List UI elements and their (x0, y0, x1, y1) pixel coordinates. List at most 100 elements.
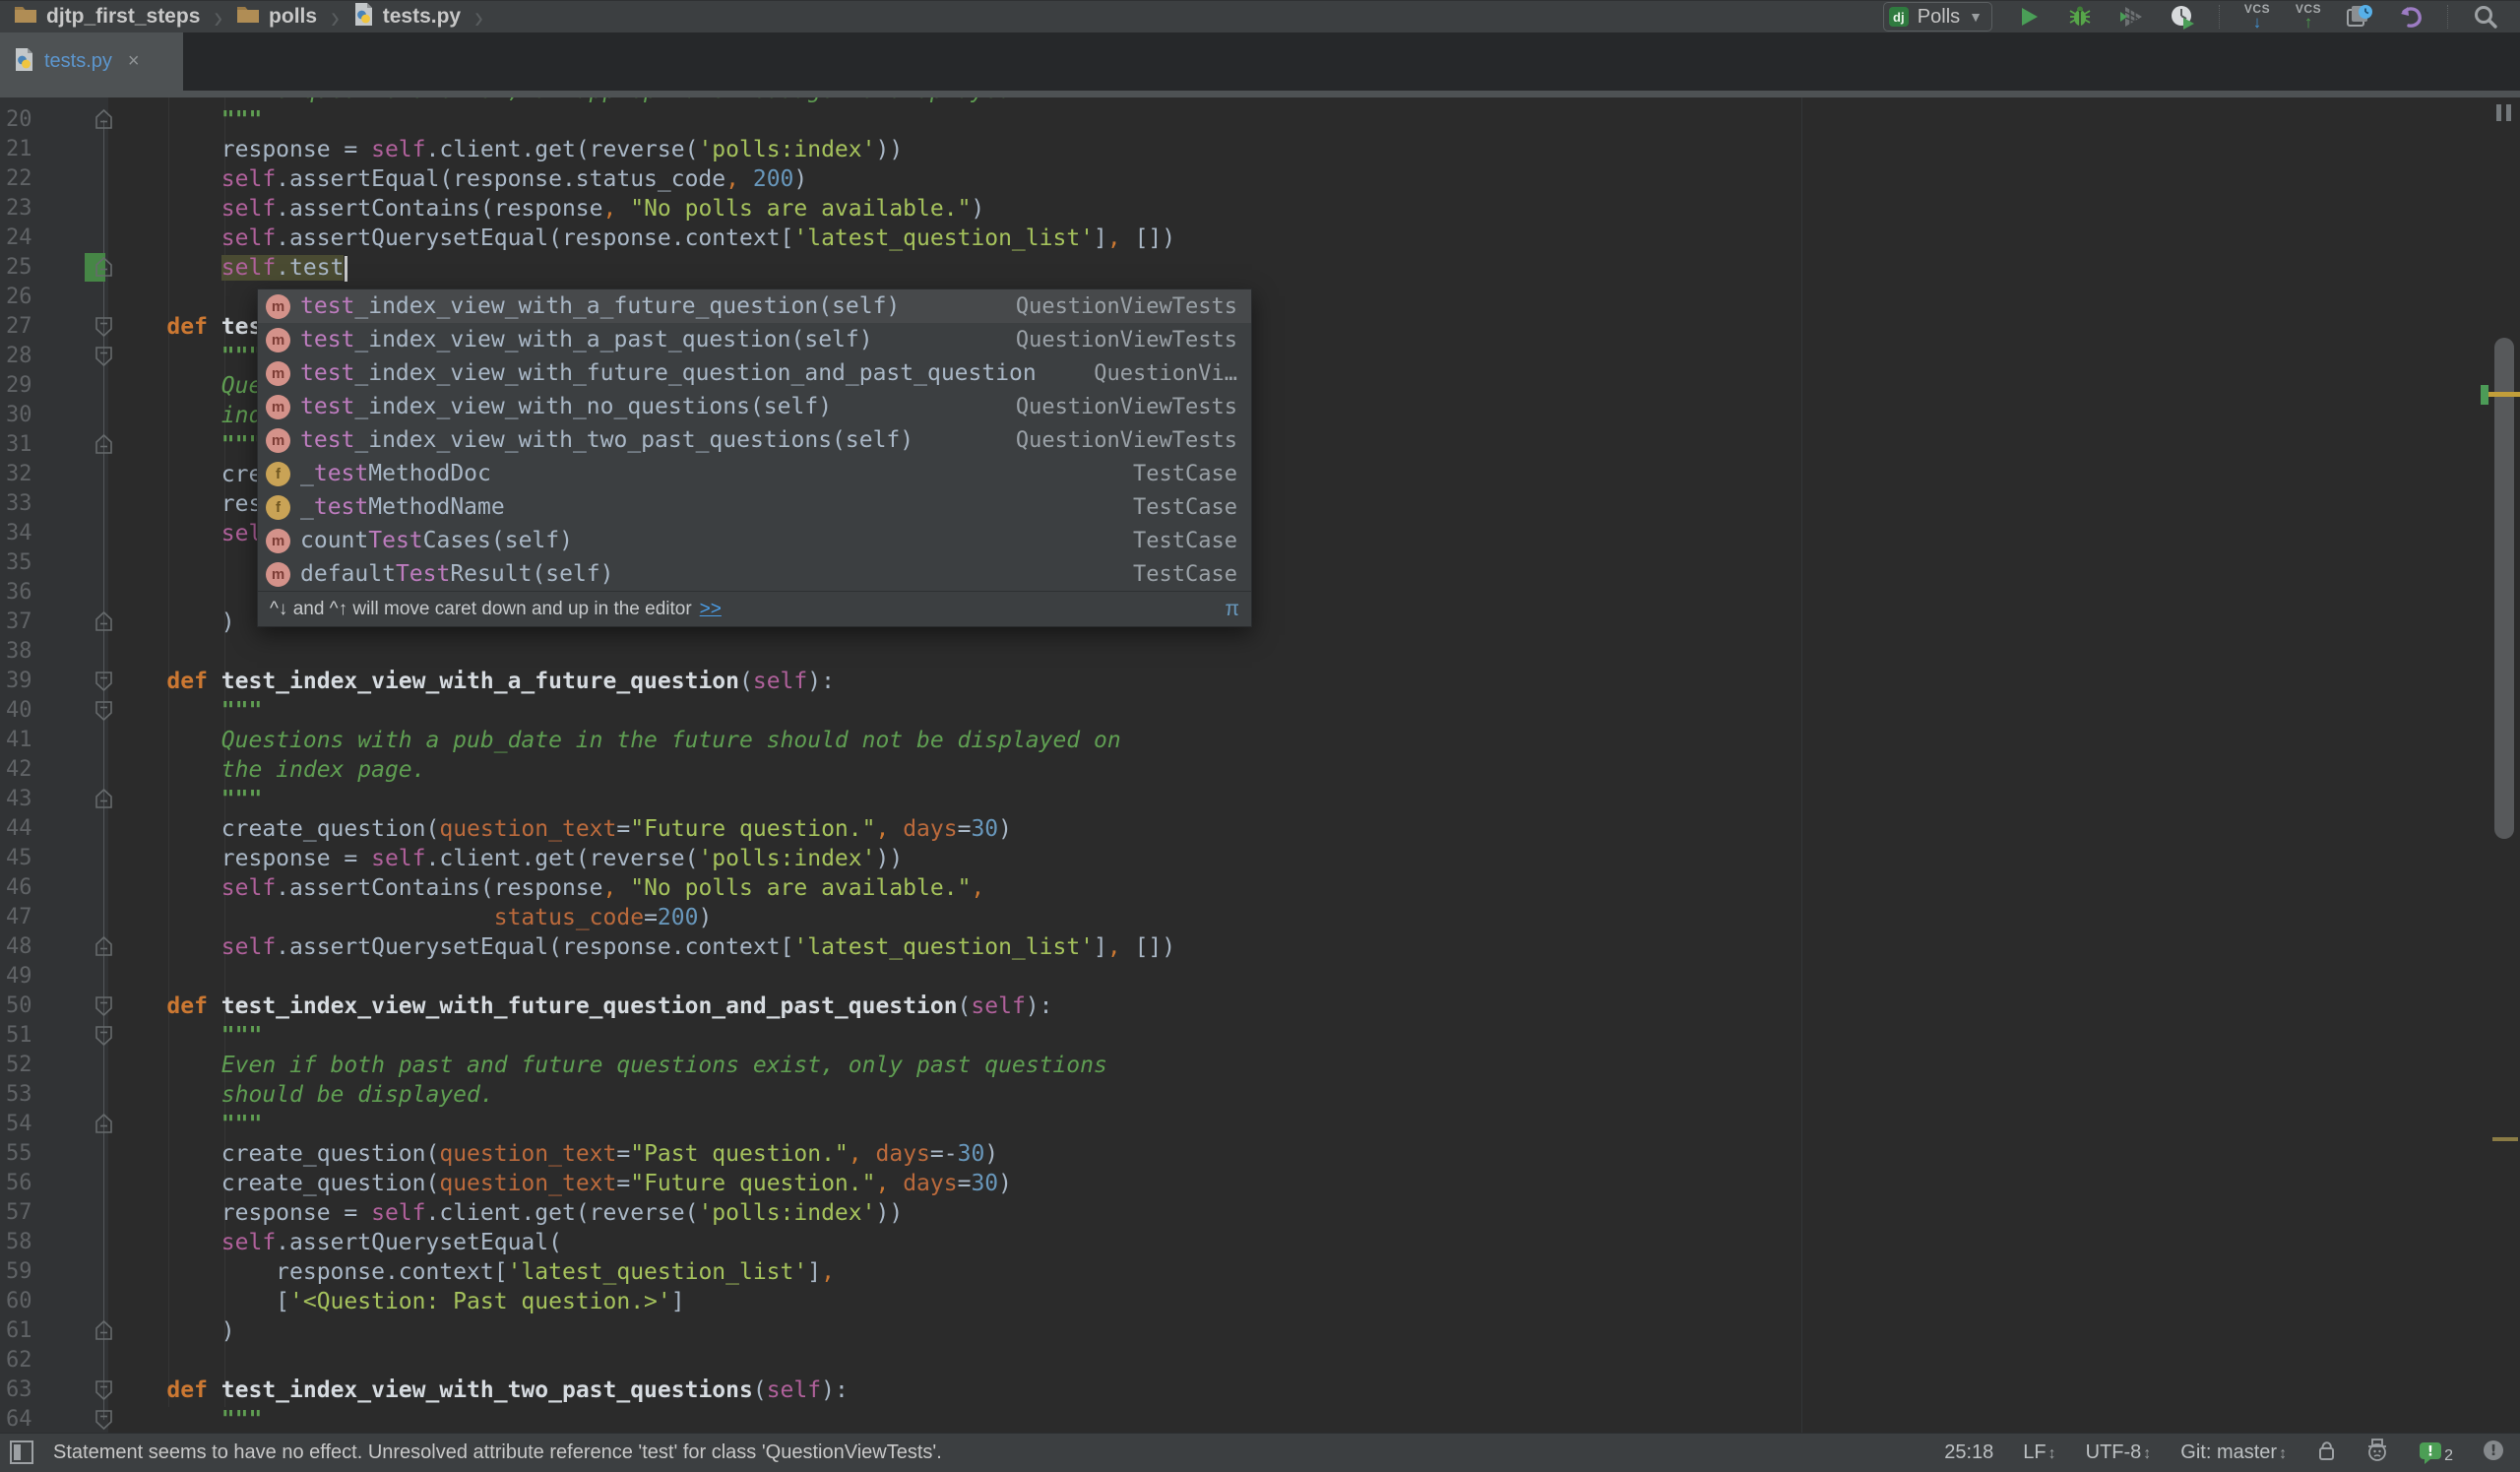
code-line-20[interactable]: """ (112, 105, 263, 135)
alert-circle-icon[interactable]: ! (2483, 1440, 2504, 1467)
breadcrumb-project[interactable]: djtp_first_steps (14, 4, 200, 30)
hector-inspector-icon[interactable] (2365, 1438, 2389, 1469)
code-line-31[interactable]: """ (112, 430, 263, 460)
line-number[interactable]: 32 (6, 460, 49, 489)
profiler-button[interactable] (2168, 2, 2197, 32)
code-line-44[interactable]: create_question(question_text="Future qu… (112, 814, 1012, 844)
line-number[interactable]: 21 (6, 135, 49, 164)
run-configuration-select[interactable]: dj Polls ▼ (1882, 2, 1992, 32)
line-number[interactable]: 42 (6, 755, 49, 785)
line-number[interactable]: 45 (6, 844, 49, 873)
code-line-25[interactable]: self.test (112, 253, 348, 283)
code-line-24[interactable]: self.assertQuerysetEqual(response.contex… (112, 224, 1175, 253)
recent-changes-button[interactable] (2345, 2, 2374, 32)
breadcrumb-folder[interactable]: polls (236, 4, 317, 30)
code-line-22[interactable]: self.assertEqual(response.status_code, 2… (112, 164, 807, 194)
code-line-47[interactable]: status_code=200) (112, 903, 713, 932)
line-number[interactable]: 25 (6, 253, 49, 283)
fold-end-icon[interactable] (94, 788, 114, 810)
error-stripe-vcs-mark[interactable] (2481, 385, 2488, 405)
line-number[interactable]: 29 (6, 371, 49, 401)
breadcrumb-file[interactable]: tests.py (353, 2, 461, 32)
fold-end-icon[interactable] (94, 1319, 114, 1342)
fold-end-icon[interactable] (94, 935, 114, 958)
run-with-coverage-button[interactable] (2116, 2, 2146, 32)
line-number[interactable]: 43 (6, 785, 49, 814)
debug-button[interactable] (2065, 2, 2095, 32)
line-number[interactable]: 41 (6, 726, 49, 755)
code-line-19[interactable]: If no questions exist, an appropriate me… (112, 97, 1026, 105)
caret-position-widget[interactable]: 25:18 (1944, 1441, 1993, 1464)
fold-end-icon[interactable] (94, 433, 114, 456)
fold-start-icon[interactable] (94, 1024, 114, 1047)
code-line-41[interactable]: Questions with a pub_date in the future … (112, 726, 1121, 755)
line-number[interactable]: 48 (6, 932, 49, 962)
line-number[interactable]: 23 (6, 194, 49, 224)
line-number[interactable]: 34 (6, 519, 49, 548)
toolwindow-toggle-icon[interactable] (10, 1440, 33, 1469)
search-everywhere-button[interactable] (2471, 2, 2500, 32)
line-number[interactable]: 47 (6, 903, 49, 932)
code-line-46[interactable]: self.assertContains(response, "No polls … (112, 873, 985, 903)
line-number[interactable]: 35 (6, 548, 49, 578)
line-number[interactable]: 52 (6, 1051, 49, 1080)
line-number[interactable]: 59 (6, 1257, 49, 1287)
code-line-60[interactable]: ['<Question: Past question.>'] (112, 1287, 684, 1316)
completion-item[interactable]: m defaultTestResult(self) TestCase (258, 557, 1251, 591)
line-number[interactable]: 58 (6, 1228, 49, 1257)
line-number[interactable]: 22 (6, 164, 49, 194)
line-number[interactable]: 24 (6, 224, 49, 253)
line-number[interactable]: 54 (6, 1110, 49, 1139)
vcs-update-button[interactable]: VCS ↓ (2242, 3, 2272, 31)
fold-start-icon[interactable] (94, 1378, 114, 1401)
code-line-63[interactable]: def test_index_view_with_two_past_questi… (112, 1376, 848, 1405)
code-line-64[interactable]: """ (112, 1405, 263, 1433)
code-line-51[interactable]: """ (112, 1021, 263, 1051)
code-line-45[interactable]: response = self.client.get(reverse('poll… (112, 844, 903, 873)
line-number[interactable]: 31 (6, 430, 49, 460)
code-line-43[interactable]: """ (112, 785, 263, 814)
code-line-58[interactable]: self.assertQuerysetEqual( (112, 1228, 562, 1257)
line-number[interactable]: 46 (6, 873, 49, 903)
line-number[interactable]: 56 (6, 1169, 49, 1198)
completion-item[interactable]: m test_index_view_with_two_past_questions… (258, 423, 1251, 457)
code-line-61[interactable]: ) (112, 1316, 235, 1346)
code-line-56[interactable]: create_question(question_text="Future qu… (112, 1169, 1012, 1198)
line-number[interactable]: 64 (6, 1405, 49, 1433)
inspection-indicator-icon[interactable] (2496, 104, 2511, 121)
completion-more-link[interactable]: >> (700, 599, 722, 620)
line-number[interactable]: 36 (6, 578, 49, 608)
line-number[interactable]: 27 (6, 312, 49, 342)
completion-item[interactable]: m test_index_view_with_no_questions(self)… (258, 390, 1251, 423)
line-number[interactable]: 61 (6, 1316, 49, 1346)
completion-item[interactable]: m countTestCases(self) TestCase (258, 524, 1251, 557)
code-line-52[interactable]: Even if both past and future questions e… (112, 1051, 1107, 1080)
error-stripe-warning-mark[interactable] (2492, 1137, 2518, 1141)
error-stripe-warning-mark[interactable] (2488, 392, 2520, 397)
fold-end-icon[interactable] (94, 108, 114, 131)
line-number[interactable]: 62 (6, 1346, 49, 1376)
code-line-28[interactable]: """ (112, 342, 263, 371)
line-number[interactable]: 60 (6, 1287, 49, 1316)
line-number[interactable]: 39 (6, 667, 49, 696)
code-line-23[interactable]: self.assertContains(response, "No polls … (112, 194, 985, 224)
code-line-42[interactable]: the index page. (112, 755, 426, 785)
fold-end-icon[interactable] (94, 610, 114, 633)
run-button[interactable] (2014, 2, 2044, 32)
fold-start-icon[interactable] (94, 315, 114, 338)
line-number[interactable]: 55 (6, 1139, 49, 1169)
line-number[interactable]: 49 (6, 962, 49, 992)
event-log-notification[interactable]: ! 2 (2419, 1441, 2453, 1465)
completion-item[interactable]: f _testMethodName TestCase (258, 490, 1251, 524)
line-number[interactable]: 63 (6, 1376, 49, 1405)
code-line-48[interactable]: self.assertQuerysetEqual(response.contex… (112, 932, 1175, 962)
line-number[interactable]: 51 (6, 1021, 49, 1051)
line-number[interactable]: 37 (6, 608, 49, 637)
line-number[interactable]: 44 (6, 814, 49, 844)
line-number[interactable]: 38 (6, 637, 49, 667)
fold-start-icon[interactable] (94, 345, 114, 367)
close-icon[interactable]: × (128, 50, 140, 73)
completion-item[interactable]: m test_index_view_with_a_past_question(se… (258, 323, 1251, 356)
completion-item[interactable]: f _testMethodDoc TestCase (258, 457, 1251, 490)
code-line-21[interactable]: response = self.client.get(reverse('poll… (112, 135, 903, 164)
